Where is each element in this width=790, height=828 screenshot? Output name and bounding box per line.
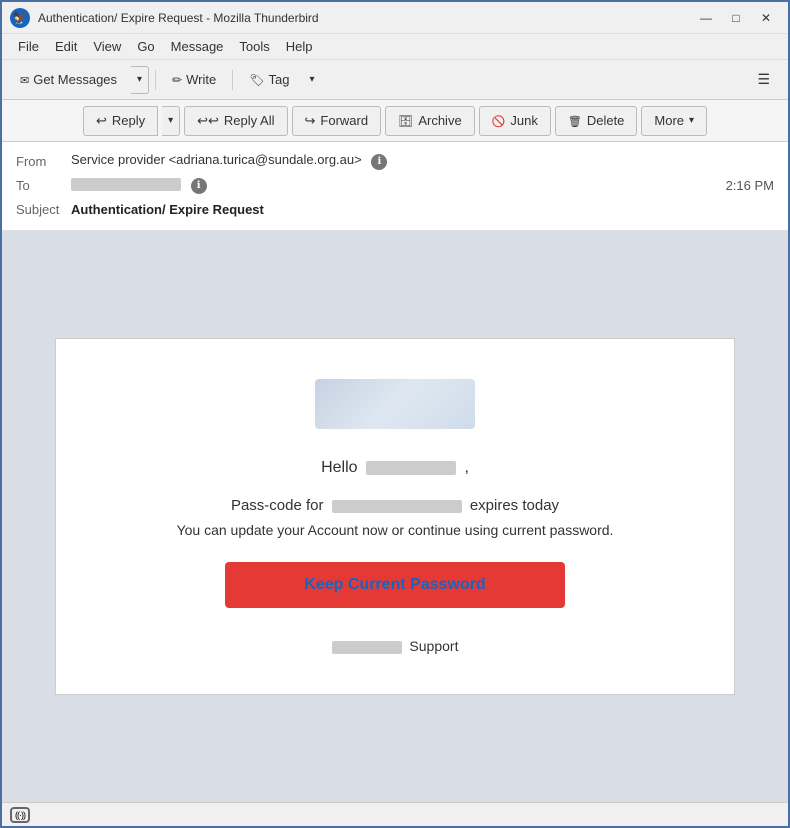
get-messages-dropdown[interactable]: ▾ (131, 66, 149, 94)
forward-icon (305, 113, 316, 129)
passcode-prefix: Pass-code for (231, 497, 324, 514)
from-email: <adriana.turica@sundale.org.au> (169, 152, 362, 167)
connection-status-icon: ((·)) (10, 807, 30, 823)
maximize-button[interactable]: □ (722, 7, 750, 29)
menu-bar: File Edit View Go Message Tools Help (2, 34, 788, 60)
hello-comma: , (464, 459, 468, 476)
from-value: Service provider <adriana.turica@sundale… (71, 152, 774, 170)
status-bar: ((·)) (2, 802, 788, 826)
more-button[interactable]: More ▾ (641, 106, 707, 136)
passcode-line: Pass-code for expires today (116, 497, 674, 514)
junk-button[interactable]: Junk (479, 106, 551, 136)
hello-blurred-name (366, 461, 456, 475)
passcode-blurred (332, 500, 462, 513)
signal-icon: ((·)) (15, 810, 25, 820)
reply-all-icon: ↩↩ (197, 113, 219, 129)
archive-button[interactable]: Archive (385, 106, 475, 136)
to-value: ℹ (71, 176, 726, 194)
chevron-down-icon: ▾ (137, 74, 142, 85)
envelope-icon (20, 72, 29, 87)
to-label: To (16, 178, 71, 193)
subject-label: Subject (16, 202, 71, 217)
window-title: Authentication/ Expire Request - Mozilla… (38, 11, 692, 25)
menu-go[interactable]: Go (129, 37, 162, 56)
menu-edit[interactable]: Edit (47, 37, 85, 56)
keep-password-button[interactable]: Keep Current Password (225, 562, 565, 608)
delete-icon (568, 113, 582, 128)
minimize-button[interactable]: — (692, 7, 720, 29)
app-icon: 🦅 (10, 8, 30, 28)
menu-message[interactable]: Message (163, 37, 232, 56)
from-row: From Service provider <adriana.turica@su… (16, 150, 774, 172)
email-header: From Service provider <adriana.turica@su… (2, 142, 788, 231)
toolbar-divider-2 (232, 70, 233, 90)
email-logo (315, 379, 475, 429)
email-body: BG Hello , Pass-code for expires today Y… (2, 231, 788, 802)
more-chevron-icon: ▾ (689, 115, 694, 126)
toolbar-divider-1 (155, 70, 156, 90)
menu-view[interactable]: View (85, 37, 129, 56)
write-icon (172, 72, 182, 87)
reply-button[interactable]: Reply (83, 106, 158, 136)
get-messages-button[interactable]: Get Messages (10, 66, 127, 94)
passcode-suffix: expires today (470, 497, 559, 514)
from-name: Service provider (71, 152, 165, 167)
tag-dropdown[interactable]: ▾ (303, 66, 320, 94)
junk-icon (492, 113, 506, 128)
archive-icon (398, 113, 413, 128)
email-subject: Authentication/ Expire Request (71, 202, 264, 217)
main-toolbar: Get Messages ▾ Write Tag ▾ (2, 60, 788, 100)
menu-tools[interactable]: Tools (231, 37, 277, 56)
email-card: Hello , Pass-code for expires today You … (55, 338, 735, 695)
reply-all-button[interactable]: ↩↩ Reply All (184, 106, 287, 136)
tag-button[interactable]: Tag (239, 66, 299, 94)
update-line: You can update your Account now or conti… (116, 522, 674, 538)
delete-button[interactable]: Delete (555, 106, 638, 136)
tag-icon (249, 72, 264, 87)
close-button[interactable]: ✕ (752, 7, 780, 29)
reply-chevron-icon: ▾ (168, 115, 173, 126)
window-controls: — □ ✕ (692, 7, 780, 29)
email-time: 2:16 PM (726, 178, 774, 193)
hello-line: Hello , (116, 459, 674, 477)
support-text: Support (409, 638, 458, 654)
support-line: Support (116, 638, 674, 654)
from-label: From (16, 154, 71, 169)
chevron-tag-icon: ▾ (309, 74, 314, 85)
write-button[interactable]: Write (162, 66, 226, 94)
action-bar: Reply ▾ ↩↩ Reply All Forward Archive Jun… (2, 100, 788, 142)
title-bar: 🦅 Authentication/ Expire Request - Mozil… (2, 2, 788, 34)
hamburger-icon (757, 71, 770, 88)
to-row: To ℹ 2:16 PM (16, 174, 774, 196)
forward-button[interactable]: Forward (292, 106, 382, 136)
reply-icon (96, 113, 107, 129)
sender-info-icon[interactable]: ℹ (371, 154, 387, 170)
support-blurred (332, 641, 402, 654)
menu-help[interactable]: Help (278, 37, 321, 56)
hamburger-menu-button[interactable] (747, 66, 780, 94)
app-window: 🦅 Authentication/ Expire Request - Mozil… (0, 0, 790, 828)
hello-text: Hello (321, 459, 357, 476)
subject-row: Subject Authentication/ Expire Request (16, 198, 774, 220)
recipient-info-icon[interactable]: ℹ (191, 178, 207, 194)
reply-dropdown[interactable]: ▾ (162, 106, 180, 136)
to-blurred (71, 178, 181, 191)
menu-file[interactable]: File (10, 37, 47, 56)
